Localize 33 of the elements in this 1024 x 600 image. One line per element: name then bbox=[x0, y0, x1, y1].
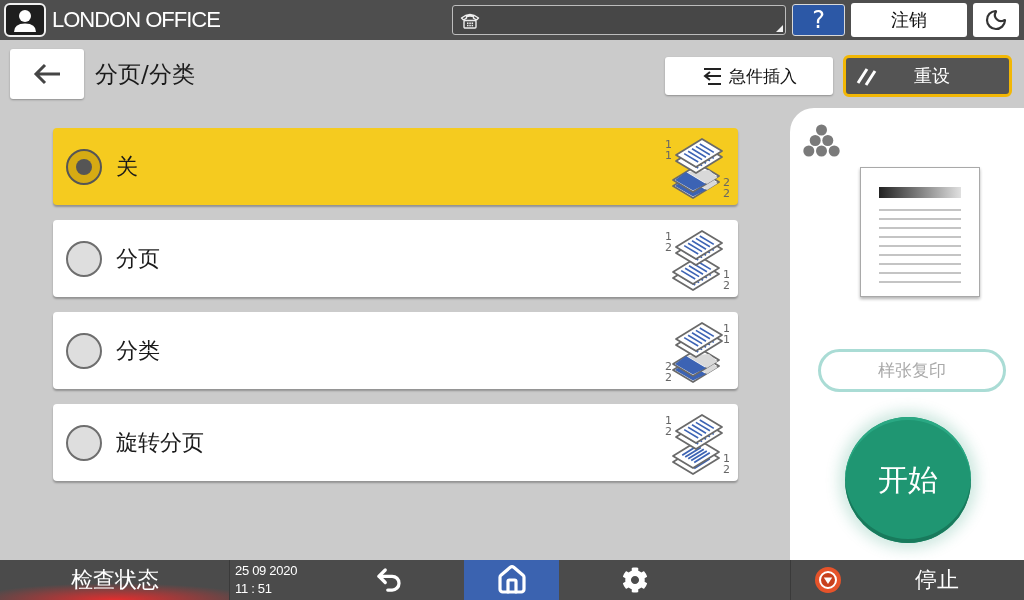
check-status-button[interactable]: 检查状态 bbox=[0, 560, 230, 600]
page-title: 分页/分类 bbox=[95, 60, 195, 89]
interrupt-button[interactable]: 急件插入 bbox=[665, 57, 833, 95]
logout-button[interactable]: 注销 bbox=[851, 3, 967, 37]
sleep-button[interactable] bbox=[973, 3, 1019, 37]
option-row[interactable]: 分类 1 1 2 2 bbox=[53, 312, 738, 389]
back-button[interactable] bbox=[10, 49, 84, 99]
user-icon[interactable] bbox=[4, 3, 46, 37]
toner-dots-icon bbox=[803, 124, 840, 157]
radio-icon bbox=[66, 148, 102, 185]
radio-icon bbox=[66, 332, 102, 369]
telephone-icon bbox=[460, 11, 480, 29]
stop-icon bbox=[815, 567, 841, 593]
date-text: 25 09 2020 bbox=[235, 562, 299, 580]
option-row[interactable]: 分页 1 2 1 2 bbox=[53, 220, 738, 297]
reset-button[interactable]: 重设 bbox=[843, 55, 1012, 97]
home-icon bbox=[495, 564, 528, 596]
option-row[interactable]: 旋转分页 1 2 1 2 bbox=[53, 404, 738, 481]
double-slash-icon bbox=[856, 66, 878, 86]
number-field[interactable] bbox=[452, 5, 786, 35]
radio-icon bbox=[66, 240, 102, 277]
corner-triangle-icon bbox=[776, 25, 783, 32]
option-row[interactable]: 关 1 1 2 2 bbox=[53, 128, 738, 205]
radio-icon bbox=[66, 424, 102, 461]
interrupt-icon bbox=[701, 66, 723, 86]
start-button[interactable]: 开始 bbox=[845, 417, 971, 543]
time-text: 11 : 51 bbox=[235, 580, 273, 598]
settings-icon bbox=[621, 567, 648, 593]
user-name: LONDON OFFICE bbox=[52, 7, 220, 33]
help-button[interactable]: ? bbox=[792, 4, 845, 36]
moon-icon bbox=[984, 8, 1008, 32]
home-button[interactable] bbox=[464, 560, 559, 600]
left-arrow-icon bbox=[32, 63, 62, 85]
